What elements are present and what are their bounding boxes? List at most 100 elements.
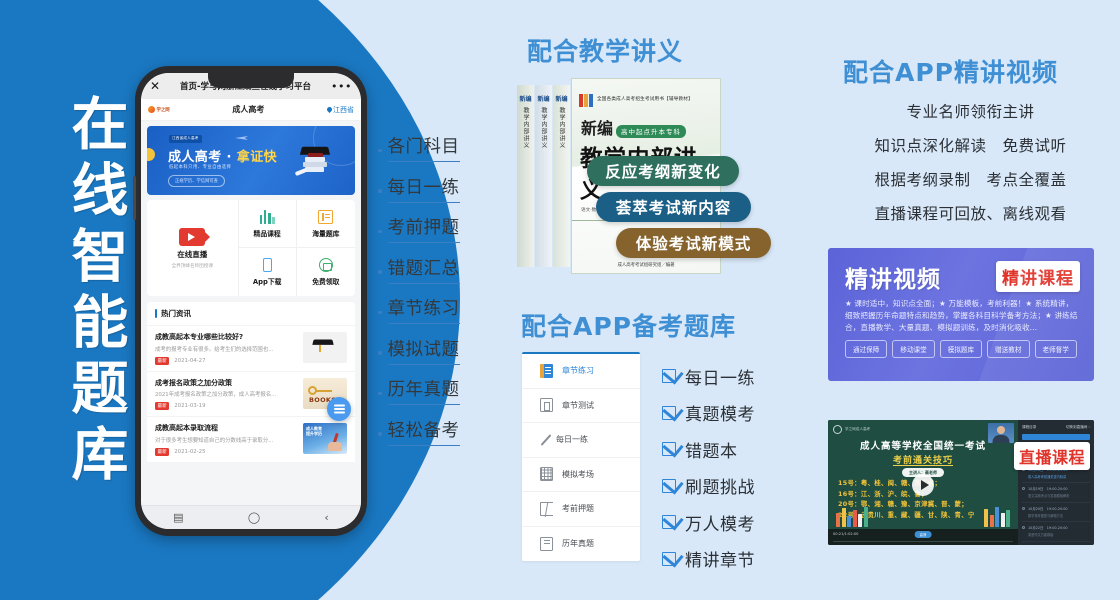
bank-menu-item-pre-exam[interactable]: 考前押题 xyxy=(522,492,640,527)
check-label: 真题模考 xyxy=(685,405,755,426)
daily-practice-pencil-icon xyxy=(540,433,552,446)
bank-menu-list: 章节练习 章节测试 每日一练 模拟考场 考前押题 历年真题 xyxy=(522,352,640,561)
list-item[interactable]: 10月20日 19:00-20:00 数学常考题型与解题方法 xyxy=(1022,503,1090,522)
checkmark-icon xyxy=(662,478,676,493)
mock-exam-grid-icon xyxy=(540,467,553,482)
back-icon[interactable]: ‹ xyxy=(324,511,328,524)
book-spine: 新编 教学内部讲义 xyxy=(553,85,570,267)
video-section-heading: 配合APP精讲视频 xyxy=(843,58,1058,87)
benefit-line: 专业名师领衔主讲 xyxy=(906,103,1035,121)
bank-menu-label: 考前押题 xyxy=(562,504,594,514)
spine-side-label: 教学内部讲义 xyxy=(540,107,547,149)
list-item[interactable]: 10月22日 19:00-20:00 英语作文万能模板 xyxy=(1022,522,1090,542)
more-dots-icon[interactable]: ••• xyxy=(331,80,352,93)
list-item: 各门科目 xyxy=(378,133,460,162)
cover-header: 全国各类成人高考招生考试用书【辅导教材】 xyxy=(572,79,720,115)
grid-item-app-download[interactable]: App下载 xyxy=(239,248,297,296)
sidebar-row-sub: 英语作文万能模板 xyxy=(1028,533,1054,537)
cover-title-badge: 高中起点升本专科 xyxy=(616,124,687,138)
phone-screen: ✕ 首页-学与网浙江成些在线学习平台 ••• 学之网 成人高考 江西省 江西省成… xyxy=(141,73,361,529)
hand-icon xyxy=(328,442,342,451)
location-selector[interactable]: 江西省 xyxy=(325,105,354,115)
cover-title-row: 新编 高中起点升本专科 xyxy=(572,115,720,139)
benefit-line: 知识点深化解读 免费试听 xyxy=(874,137,1067,155)
check-label: 每日一练 xyxy=(685,368,755,389)
promo-tag[interactable]: 移动课堂 xyxy=(892,340,935,358)
grid-cells: 精品课程 海量题库 App下载 免费领取 xyxy=(238,200,355,296)
instructor-webcam xyxy=(988,423,1014,443)
cover-publisher: 成人高考考试组研究组／编著 xyxy=(617,263,675,268)
grid-item-free-claim[interactable]: 免费领取 xyxy=(297,248,355,296)
list-item[interactable]: 成考报名政策之加分政策 2021年成考报名政策之加分政策，成人高考报名... 最… xyxy=(147,370,355,417)
news-section-title: 热门资讯 xyxy=(161,309,191,318)
checkmark-icon xyxy=(662,442,676,457)
bullet-dot-icon xyxy=(378,229,382,233)
sidebar-primary-button[interactable] xyxy=(1022,434,1090,440)
bank-menu-label: 章节测试 xyxy=(562,400,594,410)
list-item[interactable]: 成教高起本录取流程 对于很多考生想要知道自己的分数线高于录取分... 最新 20… xyxy=(147,416,355,462)
bullet-dot-icon xyxy=(378,189,382,193)
bank-menu-item-daily-practice[interactable]: 每日一练 xyxy=(522,423,640,458)
video-brand-logo: 学之网成人高考 xyxy=(833,425,870,434)
grid-item-live[interactable]: 在线直播 全界顶峰名师团授课 xyxy=(147,200,239,296)
check-label: 刷题挑战 xyxy=(685,478,755,499)
book-spine: 新编 教学内部讲义 xyxy=(517,85,534,267)
feature-label: 各门科目 xyxy=(387,133,460,162)
app-center-title: 成人高考 xyxy=(232,105,265,114)
promo-tag[interactable]: 通过保障 xyxy=(845,340,888,358)
key-shaft-icon xyxy=(316,389,332,392)
books-section-heading: 配合教学讲义 xyxy=(527,37,684,66)
graduation-cap-thumb xyxy=(303,332,347,363)
close-icon[interactable]: ✕ xyxy=(150,80,160,92)
video-controls-bar[interactable]: 00:21/1:02:00 高清 xyxy=(828,529,1018,545)
spine-side-label: 教学内部讲义 xyxy=(522,107,529,149)
feature-label: 章节练习 xyxy=(387,295,460,324)
mobile-phone-icon xyxy=(262,258,272,272)
video-progress-track[interactable] xyxy=(833,540,1013,542)
logo-ring-icon xyxy=(833,425,842,434)
adult-education-thumb: 成人教育 提升学历 xyxy=(303,423,347,454)
book-pill-badge: 体验考试新模式 xyxy=(616,228,771,258)
video-title-line2: 考前通关技巧 xyxy=(892,456,953,466)
banner-button[interactable]: 正规学历、学信网可查 xyxy=(168,175,225,188)
news-meta: 最新 2021-02-25 xyxy=(155,447,297,456)
sidebar-switch-link[interactable]: 切换到直播间 › xyxy=(1066,425,1090,430)
map-pin-icon xyxy=(325,105,334,114)
promo-banner[interactable]: 江西省成人高考 成人高考 · 拿证快 低起本科只用、专业自由选择 正规学历、学信… xyxy=(147,126,355,195)
bank-menu-item-chapter-test[interactable]: 章节测试 xyxy=(522,389,640,423)
video-quality-badge[interactable]: 高清 xyxy=(914,531,932,538)
phone-mockup: ✕ 首页-学与网浙江成些在线学习平台 ••• 学之网 成人高考 江西省 江西省成… xyxy=(133,66,367,536)
promo-tag[interactable]: 赠送教材 xyxy=(987,340,1030,358)
bank-menu-item-past-papers[interactable]: 历年真题 xyxy=(522,527,640,562)
bank-section-heading: 配合APP备考题库 xyxy=(521,312,736,341)
paper-plane-icon xyxy=(235,136,248,140)
live-course-video-card[interactable]: 学之网成人高考 成人高等学校全国统一考试 考前通关技巧 主讲人：蔡老师 15号：… xyxy=(828,420,1094,545)
checkmark-icon xyxy=(662,405,676,420)
list-item[interactable]: 10月19日 19:00-20:00 语文高频考点与答题模板解析 xyxy=(1022,483,1090,503)
promo-course-card[interactable]: 精讲视频 精讲课程 ★ 课时适中，知识点全面；★ 万能模板，考前利器！★ 系统精… xyxy=(828,248,1094,381)
section-accent-bar xyxy=(155,309,157,318)
home-icon[interactable]: ◯ xyxy=(248,511,260,524)
video-sidebar: 课程目录 切换到直播间 › 2021年成人高考考前通关技巧 全国成人高考考前辅导… xyxy=(1018,420,1094,545)
list-item: 模拟试题 xyxy=(378,336,460,365)
feature-grid: 在线直播 全界顶峰名师团授课 精品课程 海量题库 App下载 免费领取 xyxy=(147,200,355,296)
benefit-line: 直播课程可回放、离线观看 xyxy=(874,205,1067,223)
bullet-dot-icon xyxy=(378,391,382,395)
grid-item-courses[interactable]: 精品课程 xyxy=(238,200,297,248)
promo-tag[interactable]: 模拟题库 xyxy=(939,340,983,358)
bank-menu-item-mock-exam[interactable]: 模拟考场 xyxy=(522,458,640,492)
spine-side-label: 教学内部讲义 xyxy=(558,107,565,149)
promo-tag[interactable]: 老师督学 xyxy=(1034,340,1077,358)
play-button-icon[interactable] xyxy=(912,474,934,496)
book-icon xyxy=(318,209,334,224)
check-label: 精讲章节 xyxy=(685,551,755,572)
list-item[interactable]: 成教高起本专业哪些比较好? 成考的报考专业有很多。给考生们的选择范围也... 最… xyxy=(147,325,355,371)
menu-fab-icon[interactable] xyxy=(327,397,351,421)
recents-icon[interactable]: ▤ xyxy=(173,511,183,524)
news-list: 成教高起本专业哪些比较好? 成考的报考专业有很多。给考生们的选择范围也... 最… xyxy=(147,325,355,462)
bank-menu-item-chapter-practice[interactable]: 章节练习 xyxy=(522,354,640,389)
news-text: 成教高起本专业哪些比较好? 成考的报考专业有很多。给考生们的选择范围也... 最… xyxy=(155,332,297,365)
list-item: 轻松备考 xyxy=(378,417,460,446)
promo-body-text: ★ 课时适中，知识点全面；★ 万能模板，考前利器！★ 系统精讲，细致把握历年命题… xyxy=(845,299,1078,332)
grid-item-question-bank[interactable]: 海量题库 xyxy=(296,200,355,248)
